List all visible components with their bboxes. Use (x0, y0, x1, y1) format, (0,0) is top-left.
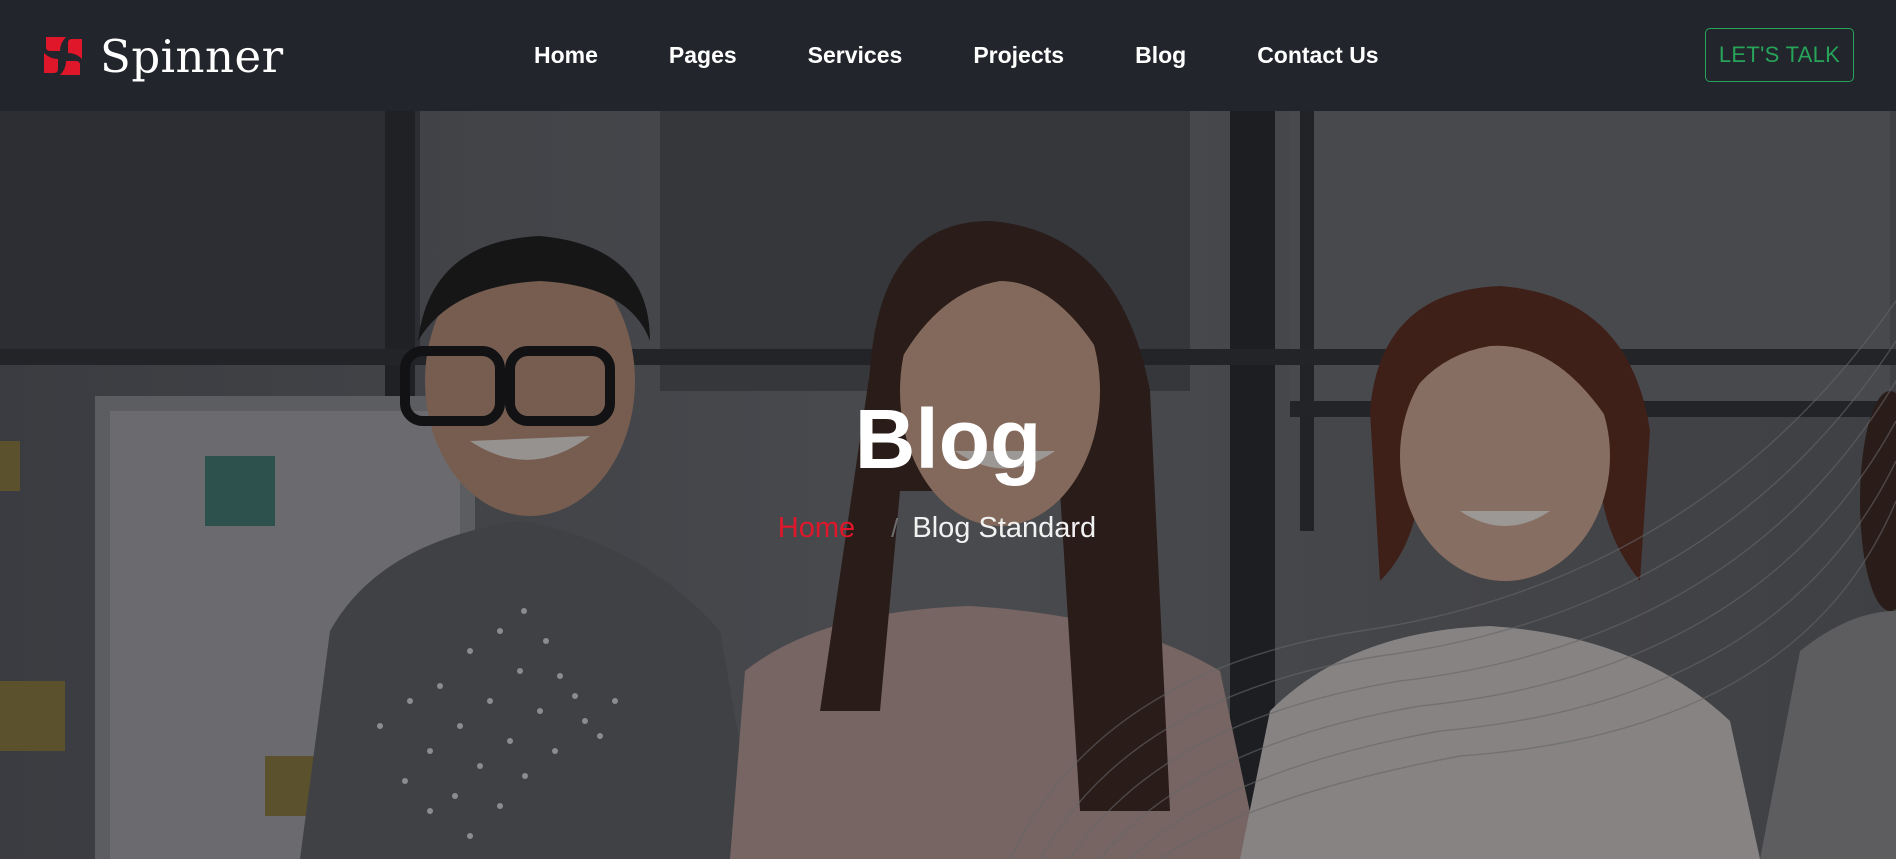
brand-name: Spinner (100, 29, 284, 83)
logo[interactable]: Spinner (38, 26, 284, 86)
nav-home[interactable]: Home (534, 42, 598, 69)
breadcrumb: Home / Blog Standard (0, 512, 1896, 545)
spinner-logo-icon (44, 37, 82, 75)
breadcrumb-home-link[interactable]: Home (778, 512, 855, 545)
nav-projects[interactable]: Projects (973, 42, 1064, 69)
nav-pages[interactable]: Pages (669, 42, 737, 69)
breadcrumb-separator: / (891, 513, 899, 543)
nav-services[interactable]: Services (808, 42, 903, 69)
lets-talk-button[interactable]: LET'S TALK (1705, 28, 1854, 82)
site-header: Spinner Home Pages Services Projects Blo… (0, 0, 1896, 111)
nav-contact-us[interactable]: Contact Us (1257, 42, 1378, 69)
hero-banner: Blog Home / Blog Standard (0, 111, 1896, 859)
nav-blog[interactable]: Blog (1135, 42, 1186, 69)
page-title: Blog (854, 392, 1042, 486)
breadcrumb-current: Blog Standard (912, 512, 1097, 544)
main-nav: Home Pages Services Projects Blog Contac… (534, 0, 1379, 111)
